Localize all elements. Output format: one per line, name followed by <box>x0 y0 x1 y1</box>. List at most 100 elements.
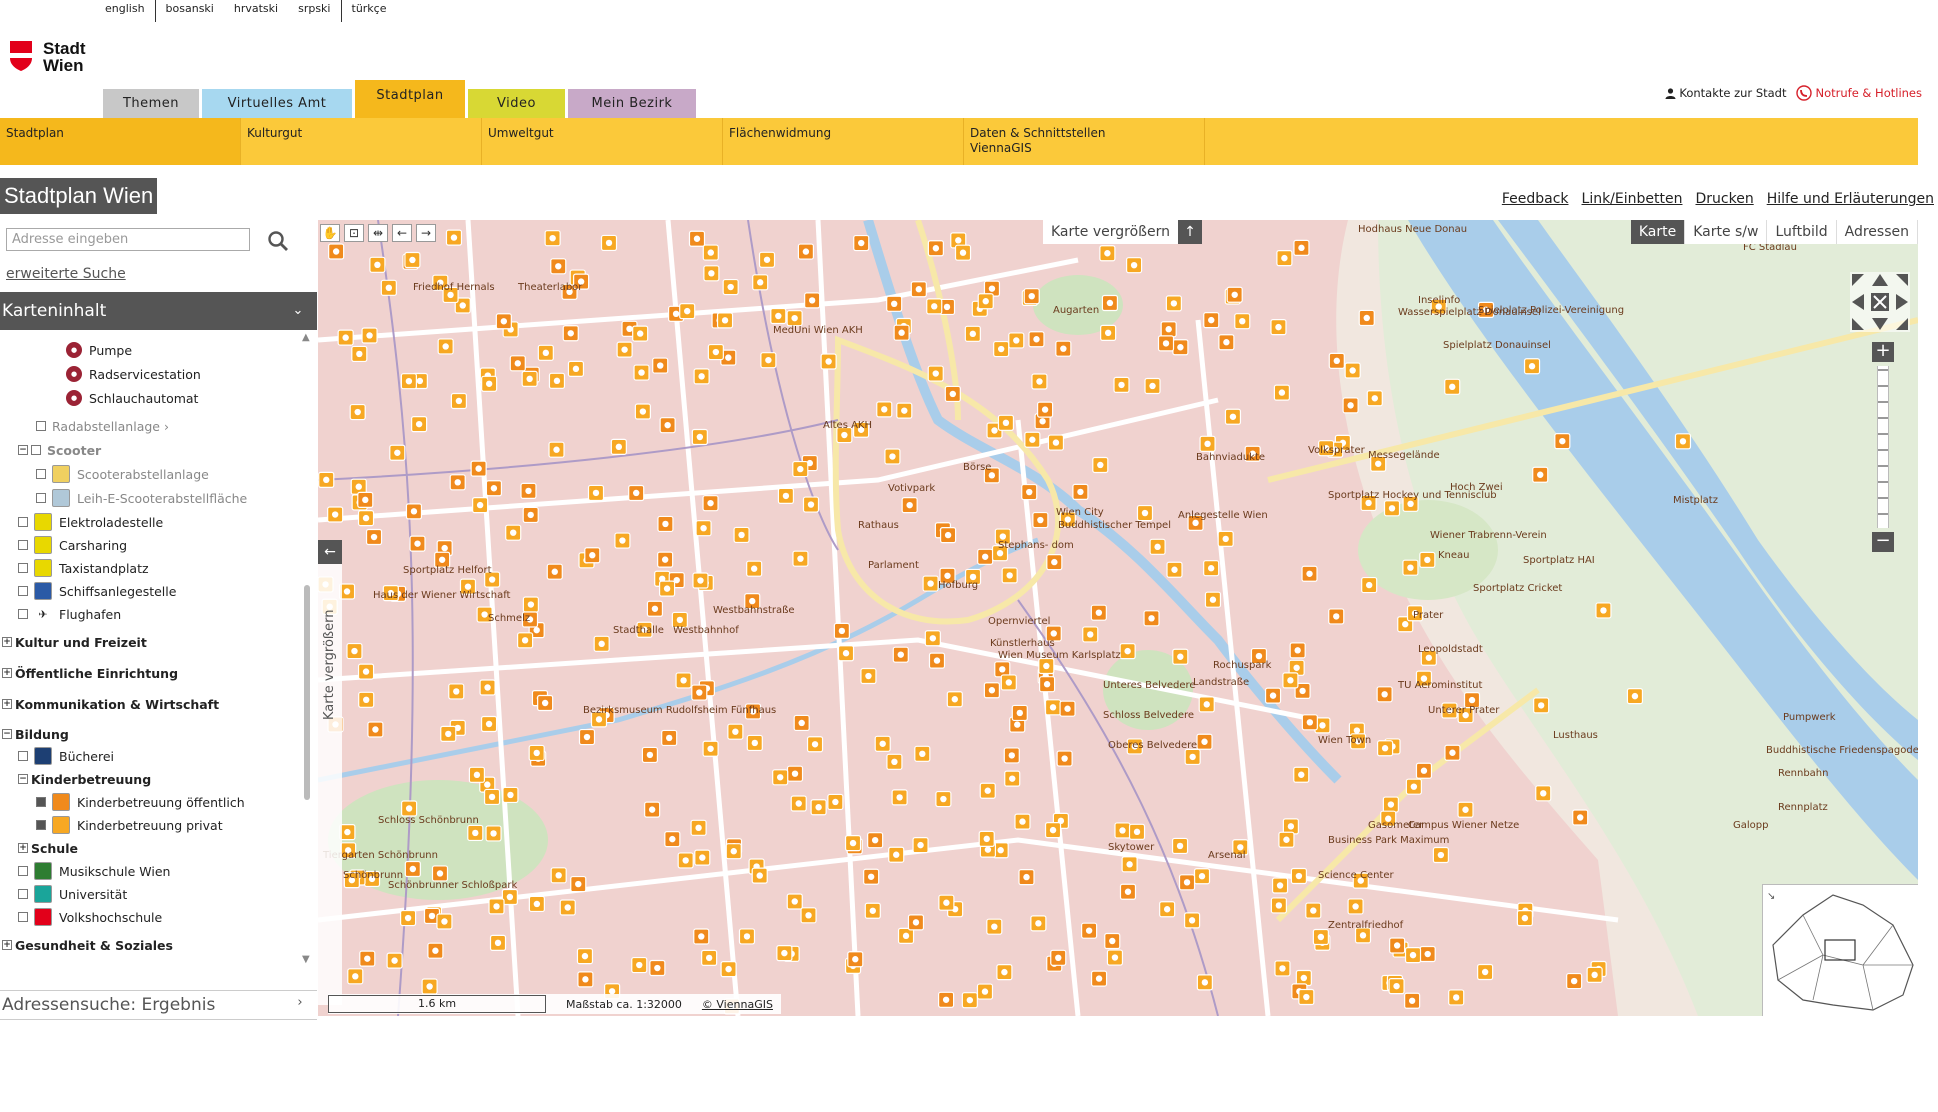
zoom-slider[interactable] <box>1877 366 1889 528</box>
layer-checkbox[interactable] <box>18 609 28 619</box>
expand-icon[interactable]: + <box>18 843 28 853</box>
language-link-türkçe[interactable]: türkçe <box>342 0 397 22</box>
scrollbar-thumb[interactable] <box>304 585 310 800</box>
pan-control[interactable] <box>1850 272 1910 332</box>
expand-icon[interactable]: + <box>2 699 12 709</box>
main-tab-themen[interactable]: Themen <box>103 89 199 118</box>
layer-item[interactable]: Bücherei <box>18 746 114 766</box>
layer-checkbox[interactable] <box>18 563 28 573</box>
back-arrow-icon[interactable]: ← <box>392 224 412 242</box>
map-view[interactable]: Friedhof Hernals Theaterlabor Augarten Inse… <box>318 220 1918 1016</box>
layer-checkbox[interactable] <box>18 751 28 761</box>
layer-item[interactable]: Leih-E-Scooterabstellfläche <box>36 488 247 508</box>
scroll-down-icon[interactable]: ▼ <box>302 954 310 965</box>
layer-item[interactable]: Scooterabstellanlage <box>36 464 209 484</box>
action-link-drucken[interactable]: Drucken <box>1695 191 1753 207</box>
layer-item[interactable]: ✈ Flughafen <box>18 604 121 624</box>
contacts-link[interactable]: Kontakte zur Stadt <box>1665 85 1786 101</box>
collapse-icon[interactable]: − <box>18 445 28 455</box>
search-icon[interactable] <box>267 230 289 252</box>
action-link-link-einbetten[interactable]: Link/Einbetten <box>1582 191 1683 207</box>
expand-icon[interactable]: + <box>2 940 12 950</box>
layer-item[interactable]: Universität <box>18 884 127 904</box>
layer-item[interactable]: ● Pumpe <box>66 340 132 360</box>
main-tab-mein-bezirk[interactable]: Mein Bezirk <box>568 89 696 118</box>
layer-item[interactable]: Elektroladestelle <box>18 512 163 532</box>
pan-tool-icon[interactable]: ✋ <box>320 224 340 242</box>
address-result-panel[interactable]: Adressensuche: Ergebnis › <box>0 990 317 1020</box>
measure-icon[interactable]: ⇹ <box>368 224 388 242</box>
layer-checkbox[interactable] <box>36 797 46 807</box>
layer-checkbox[interactable] <box>36 421 46 431</box>
subnav-stadtplan[interactable]: Stadtplan <box>0 118 241 165</box>
layer-item[interactable]: Radabstellanlage › <box>36 416 169 436</box>
language-link-srpski[interactable]: srpski <box>288 0 342 22</box>
map-content-panel-header[interactable]: Karteninhalt ⌄ <box>0 292 317 330</box>
arrow-left-icon[interactable]: ← <box>318 540 342 564</box>
expand-icon[interactable]: + <box>2 668 12 678</box>
zoom-in-icon[interactable]: + <box>1872 342 1894 362</box>
layer-item[interactable]: − Kinderbetreuung <box>18 769 151 789</box>
language-link-bosanski[interactable]: bosanski <box>156 0 224 22</box>
action-link-hilfe-und-erläuterungen[interactable]: Hilfe und Erläuterungen <box>1767 191 1934 207</box>
emergency-link[interactable]: Notrufe & Hotlines <box>1796 85 1922 101</box>
map-type-adressen[interactable]: Adressen <box>1836 220 1918 244</box>
layer-item[interactable]: − Scooter <box>18 440 101 460</box>
layer-tree-scrollbar[interactable]: ▲ ▼ <box>302 330 312 970</box>
layer-item[interactable]: + Kultur und Freizeit <box>2 632 147 652</box>
zoom-out-icon[interactable]: − <box>1872 532 1894 552</box>
layer-checkbox[interactable] <box>18 912 28 922</box>
main-tab-virtuelles-amt[interactable]: Virtuelles Amt <box>202 89 352 118</box>
layer-checkbox[interactable] <box>18 586 28 596</box>
layer-item[interactable]: + Gesundheit & Soziales <box>2 935 173 955</box>
layer-item[interactable]: Taxistandplatz <box>18 558 149 578</box>
layer-checkbox[interactable] <box>31 445 41 455</box>
layer-checkbox[interactable] <box>36 820 46 830</box>
layer-item[interactable]: Kinderbetreuung öffentlich <box>36 792 245 812</box>
language-link-hrvatski[interactable]: hrvatski <box>224 0 288 22</box>
layer-item[interactable]: + Kommunikation & Wirtschaft <box>2 694 219 714</box>
layer-item[interactable]: − Bildung <box>2 724 69 744</box>
address-search-input[interactable] <box>6 228 250 251</box>
collapse-icon[interactable]: − <box>18 774 28 784</box>
layer-item[interactable]: Carsharing <box>18 535 127 555</box>
layer-checkbox[interactable] <box>18 866 28 876</box>
layer-item[interactable]: ● Schlauchautomat <box>66 388 198 408</box>
subnav-flächenwidmung[interactable]: Flächenwidmung <box>723 118 964 165</box>
layer-checkbox[interactable] <box>18 517 28 527</box>
arrow-up-icon[interactable]: ↑ <box>1177 220 1202 244</box>
layer-checkbox[interactable] <box>18 540 28 550</box>
copyright-link[interactable]: © ViennaGIS <box>702 998 781 1011</box>
subnav-kulturgut[interactable]: Kulturgut <box>241 118 482 165</box>
subnav-umweltgut[interactable]: Umweltgut <box>482 118 723 165</box>
layer-item[interactable]: Schiffsanlegestelle <box>18 581 176 601</box>
expand-icon[interactable]: + <box>2 637 12 647</box>
layer-checkbox[interactable] <box>36 469 46 479</box>
layer-checkbox[interactable] <box>36 493 46 503</box>
layer-item[interactable]: Volkshochschule <box>18 907 162 927</box>
map-canvas[interactable] <box>318 220 1918 1016</box>
layer-item[interactable]: + Schule <box>18 838 78 858</box>
action-link-feedback[interactable]: Feedback <box>1502 191 1569 207</box>
zoom-box-icon[interactable]: ⊡ <box>344 224 364 242</box>
side-enlarge-control[interactable]: ← Karte vergrößern <box>318 540 342 1005</box>
stadt-wien-logo[interactable]: Stadt Wien <box>9 40 86 74</box>
collapse-icon[interactable]: − <box>2 729 12 739</box>
map-type-karte-s-w[interactable]: Karte s/w <box>1685 220 1768 244</box>
subnav-daten-schnittstellen[interactable]: Daten & Schnittstellen ViennaGIS <box>964 118 1205 165</box>
language-link-english[interactable]: english <box>95 0 156 22</box>
scroll-up-icon[interactable]: ▲ <box>302 332 310 343</box>
layer-item[interactable]: + Öffentliche Einrichtung <box>2 663 178 683</box>
main-tab-stadtplan[interactable]: Stadtplan <box>355 80 465 118</box>
enlarge-map-control[interactable]: Karte vergrößern ↑ <box>1043 220 1202 244</box>
advanced-search-link[interactable]: erweiterte Suche <box>6 266 317 282</box>
map-type-luftbild[interactable]: Luftbild <box>1767 220 1837 244</box>
layer-item[interactable]: Kinderbetreuung privat <box>36 815 223 835</box>
layer-item[interactable]: Musikschule Wien <box>18 861 170 881</box>
layer-checkbox[interactable] <box>18 889 28 899</box>
overview-map[interactable]: ↘ <box>1762 884 1918 1016</box>
map-type-karte[interactable]: Karte <box>1630 220 1686 244</box>
layer-item[interactable]: ● Radservicestation <box>66 364 201 384</box>
forward-arrow-icon[interactable]: → <box>416 224 436 242</box>
main-tab-video[interactable]: Video <box>468 89 565 118</box>
